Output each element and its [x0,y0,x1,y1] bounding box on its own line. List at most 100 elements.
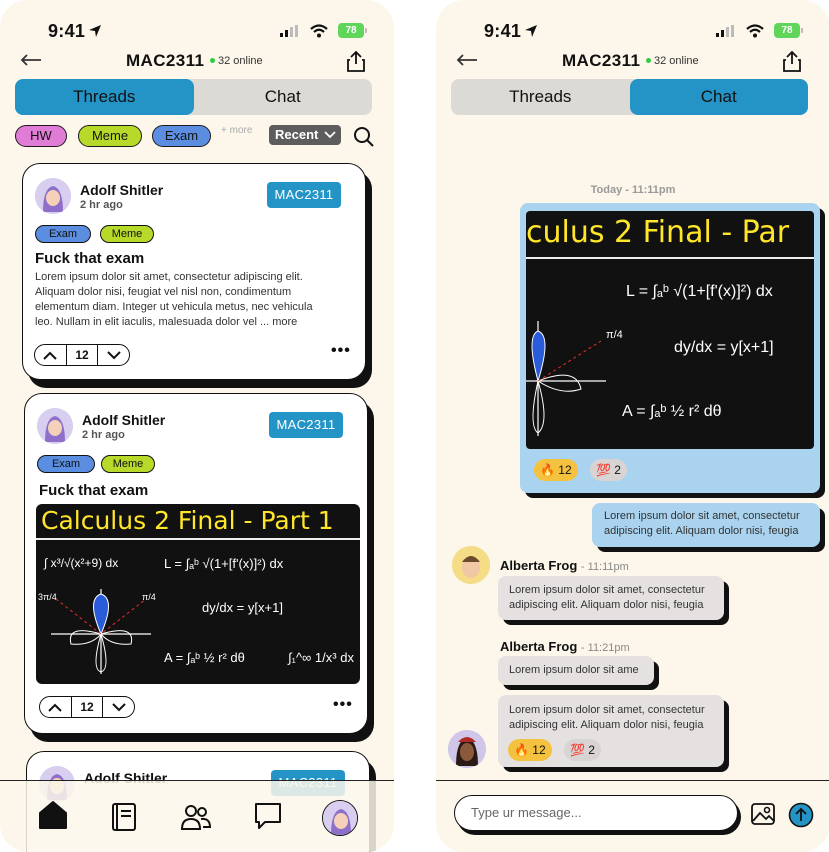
image-equation: L = ∫ₐᵇ √(1+[f'(x)]²) dx [164,556,284,571]
post-body-line: Lorem ipsum dolor sit amet, consectetur … [35,271,303,283]
reaction-hundred[interactable]: 💯 2 [590,459,627,481]
post-title[interactable]: Fuck that exam [39,482,148,499]
upvote-button[interactable] [35,345,66,365]
online-count-text: 32 online [218,55,263,67]
online-count: 32 online [210,55,263,67]
chat-date-divider: Today - 11:11pm [590,184,676,196]
chat-bubble-icon[interactable] [253,801,283,831]
message-line: adipiscing elit. Aliquam dolor nisi, feu… [604,525,799,537]
filter-chip-meme[interactable]: Meme [78,125,142,147]
post-body-line: elementum diam. Integer ut vehicula metu… [35,301,313,313]
image-divider [36,538,360,540]
home-icon[interactable] [37,799,69,831]
other-message-bubble[interactable]: Lorem ipsum dolor sit amet, consectetur … [498,576,724,620]
image-equation: L = ∫ₐᵇ √(1+[f'(x)]²) dx [626,283,773,300]
reaction-count: 12 [532,743,546,757]
tag-meme[interactable]: Meme [100,225,154,243]
reaction-emoji: 🔥 [540,463,555,477]
tag-meme[interactable]: Meme [101,455,155,473]
course-badge[interactable]: MAC2311 [267,182,341,208]
thread-card[interactable]: Adolf Shitler 2 hr ago MAC2311 Exam Meme… [24,393,368,734]
post-title[interactable]: Fuck that exam [35,250,144,267]
message-line: Lorem ipsum dolor sit amet, consectetur [509,704,705,716]
send-arrow-icon[interactable] [788,802,814,828]
tab-threads[interactable]: Threads [15,79,194,115]
avatar[interactable] [448,730,486,768]
chevron-down-icon [324,131,336,139]
message-line: Lorem ipsum dolor sit amet, consectetur [509,584,705,596]
polar-graph-icon [526,321,606,436]
my-message-bubble[interactable]: culus 2 Final - Par L = ∫ₐᵇ √(1+[f'(x)]²… [520,203,820,493]
avatar [35,178,71,214]
online-count: 32 online [646,55,699,67]
share-icon[interactable] [782,50,802,72]
message-author[interactable]: Alberta Frog [500,639,577,654]
reaction-count: 2 [614,463,621,477]
tag-exam[interactable]: Exam [37,455,95,473]
message-time: - 11:21pm [580,642,630,654]
chevron-up-icon [48,703,63,712]
image-equation: ∫₁^∞ 1/x³ dx [288,650,354,665]
thread-card[interactable]: Adolf Shitler 2 hr ago MAC2311 Exam Meme… [22,163,366,380]
people-icon[interactable] [180,803,212,831]
book-icon[interactable] [111,802,137,832]
course-title: MAC2311 [126,51,205,70]
reaction-fire[interactable]: 🔥 12 [508,739,552,761]
wifi-icon [746,24,764,38]
profile-avatar[interactable] [322,800,358,836]
reaction-emoji: 🔥 [514,743,529,757]
post-author[interactable]: Adolf Shitler [80,182,163,198]
more-options-icon[interactable]: ••• [333,696,353,714]
back-arrow-icon[interactable] [20,52,42,68]
reaction-emoji: 💯 [570,743,585,757]
avatar-woman-icon [448,730,486,768]
more-filters-link[interactable]: + more [221,125,252,136]
status-time: 9:41 [48,21,86,41]
post-body-line: Aliquam dolor nisi, feugiat vel nisl non… [35,286,292,298]
post-body[interactable]: Lorem ipsum dolor sit amet, consectetur … [35,270,355,330]
tag-exam[interactable]: Exam [35,225,91,243]
post-time: 2 hr ago [82,429,125,441]
search-icon[interactable] [353,126,375,148]
avatar[interactable] [452,546,490,584]
course-badge[interactable]: MAC2311 [269,412,343,438]
avatar-purple-hair-icon [37,408,73,444]
avatar-man-icon [452,546,490,584]
page-header: MAC2311 32 online [436,50,829,74]
post-author[interactable]: Adolf Shitler [82,412,165,428]
battery-icon: 78 [774,23,803,38]
share-icon[interactable] [346,50,366,72]
back-arrow-icon[interactable] [456,52,478,68]
post-image[interactable]: Calculus 2 Final - Part 1 ∫ x³/√(x²+9) d… [36,504,360,684]
image-upload-icon[interactable] [750,802,776,826]
message-author[interactable]: Alberta Frog [500,558,577,573]
reaction-hundred[interactable]: 💯 2 [564,739,601,761]
downvote-button[interactable] [98,345,129,365]
polar-graph-icon [51,589,151,674]
upvote-button[interactable] [40,697,71,717]
course-title: MAC2311 [562,51,641,70]
sort-value: Recent [275,127,319,142]
more-options-icon[interactable]: ••• [331,342,351,360]
downvote-button[interactable] [103,697,134,717]
other-message-bubble[interactable]: Lorem ipsum dolor sit ame [498,656,654,685]
filter-chip-hw[interactable]: HW [15,125,67,147]
filter-chip-exam[interactable]: Exam [152,125,211,147]
tab-chat[interactable]: Chat [194,79,373,115]
my-message-bubble[interactable]: Lorem ipsum dolor sit amet, consectetur … [592,503,820,547]
sort-dropdown[interactable]: Recent [269,125,341,145]
image-heading: culus 2 Final - Par [526,215,790,250]
tab-threads[interactable]: Threads [451,79,630,115]
image-divider [526,257,814,259]
vote-control: 12 [39,696,135,718]
chat-screen: 9:41 78 MAC2311 32 online Threads Chat T… [436,0,829,852]
message-image[interactable]: culus 2 Final - Par L = ∫ₐᵇ √(1+[f'(x)]²… [526,211,814,449]
chevron-down-icon [111,702,126,711]
reaction-fire[interactable]: 🔥 12 [534,459,578,481]
image-equation: ∫ x³/√(x²+9) dx [44,556,119,570]
avatar-purple-hair-icon [35,178,71,214]
message-input[interactable]: Type ur message... [454,795,738,831]
segmented-control: Threads Chat [15,79,372,115]
other-message-bubble[interactable]: Lorem ipsum dolor sit amet, consectetur … [498,695,724,767]
tab-chat[interactable]: Chat [629,79,808,115]
